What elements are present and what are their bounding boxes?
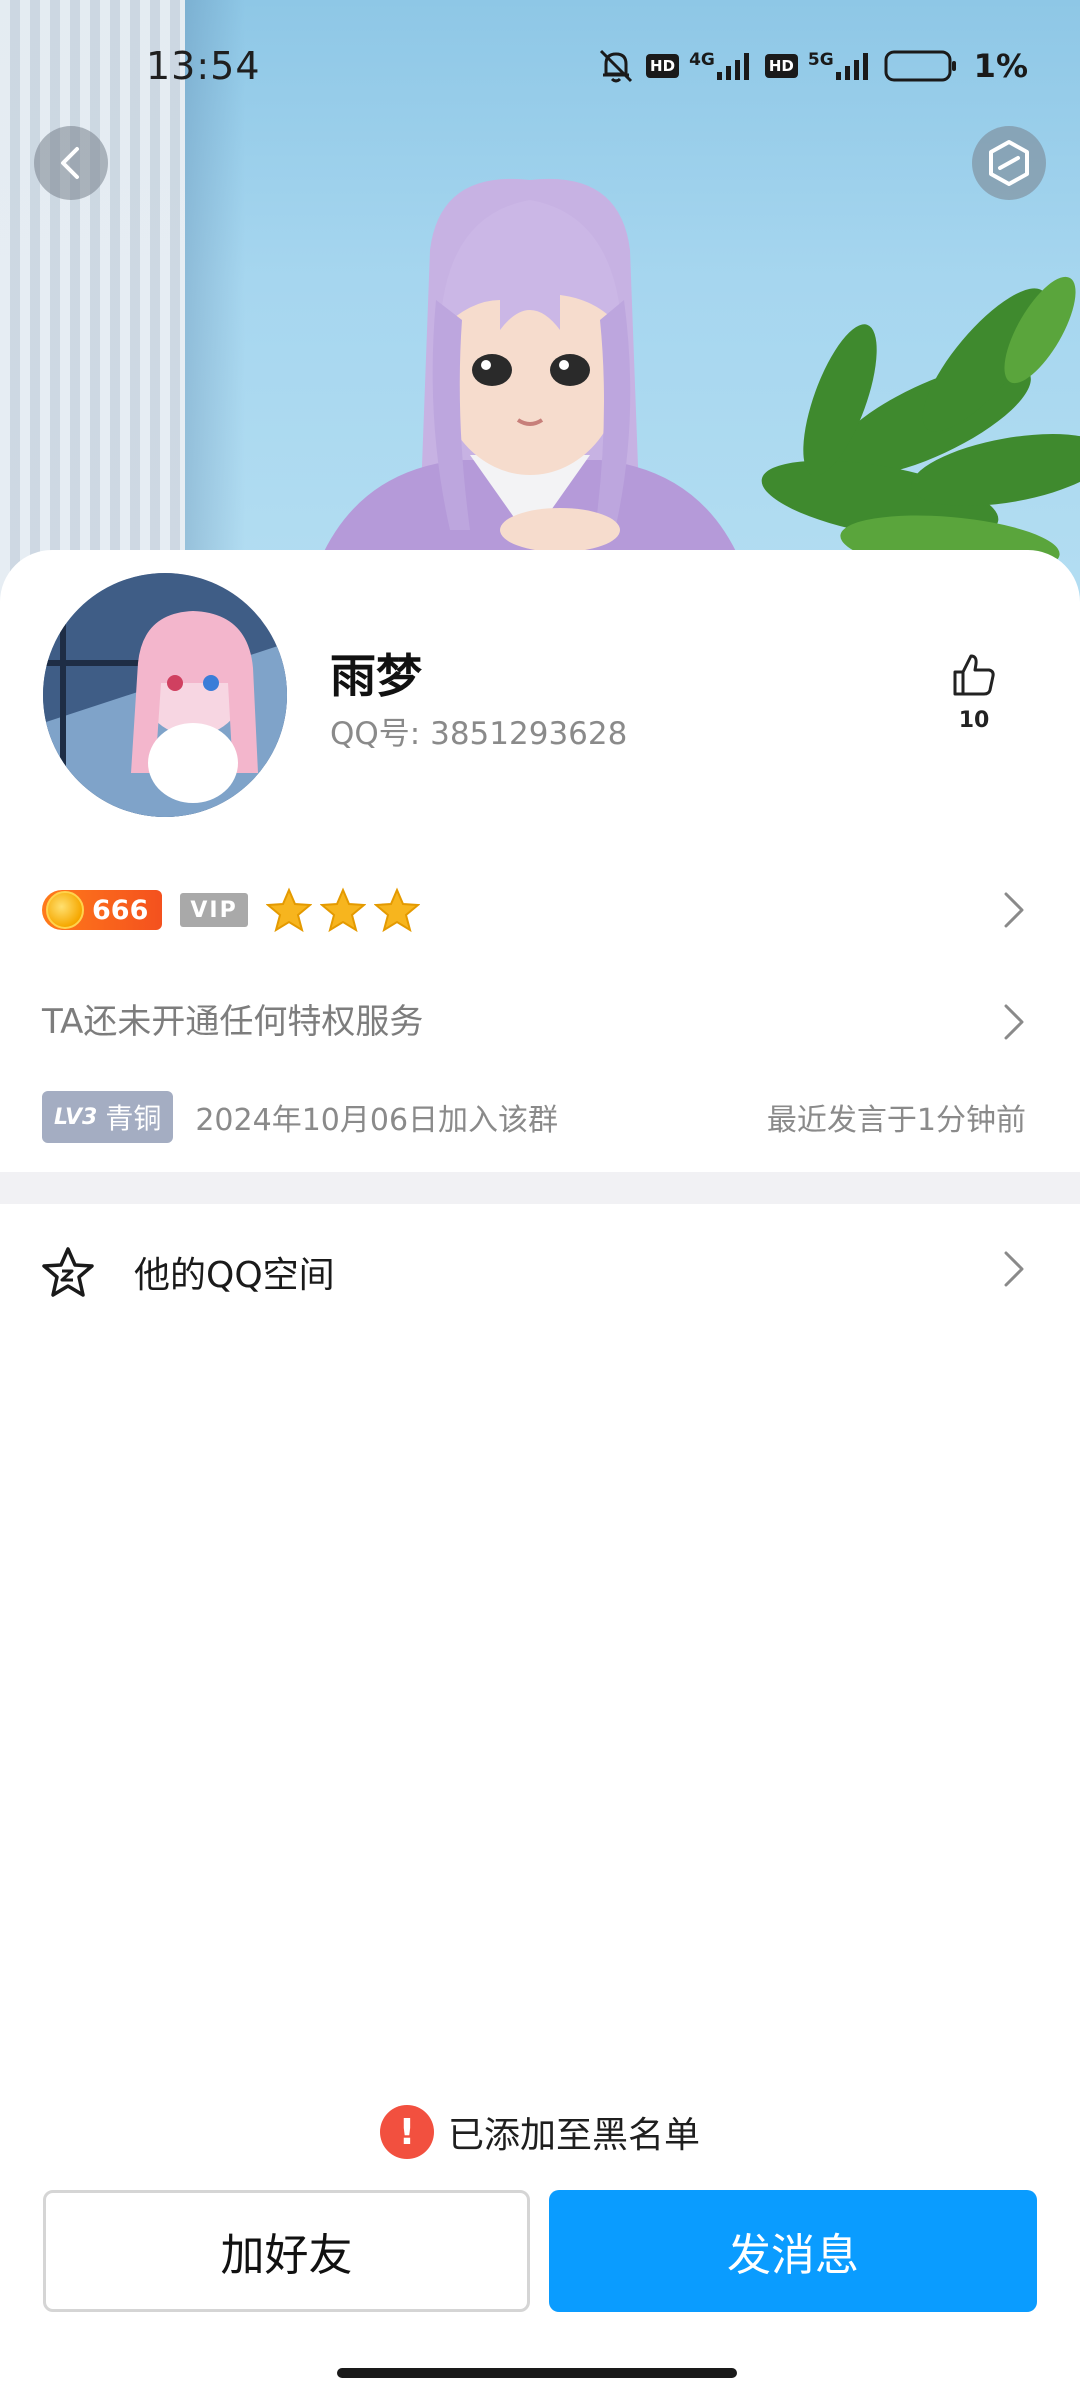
send-message-button[interactable]: 发消息: [549, 2190, 1037, 2312]
signal-4g-icon: 4G: [689, 50, 755, 82]
like-count: 10: [958, 708, 990, 733]
level-stars: [265, 887, 420, 933]
group-join-date: 2024年10月06日加入该群: [195, 1103, 559, 1138]
profile-screen: 13:54 HD 4G HD 5G 1% 雨梦 QQ号: 3851293628 …: [0, 0, 1080, 2400]
hexagon-share-icon: [989, 140, 1029, 186]
back-button[interactable]: [34, 126, 108, 200]
back-arrow-icon: [61, 147, 79, 179]
qzone-label: 他的QQ空间: [134, 1255, 335, 1296]
signal-5g-icon: 5G: [808, 50, 874, 82]
status-icons: HD 4G HD 5G 1%: [596, 44, 1028, 88]
star-icon: [373, 887, 420, 933]
qzone-star-icon: [42, 1247, 94, 1297]
home-indicator[interactable]: [337, 2368, 737, 2378]
section-divider: [0, 1172, 1080, 1204]
coin-icon: [46, 891, 84, 929]
profile-name: 雨梦: [330, 649, 422, 703]
warning-icon: !: [379, 2105, 434, 2159]
chevron-right-icon: [1004, 1251, 1024, 1287]
add-friend-button[interactable]: 加好友: [43, 2190, 530, 2312]
qq-number: QQ号: 3851293628: [330, 716, 628, 752]
coin-badge: 666: [42, 890, 163, 930]
thumbs-up-icon: [953, 654, 995, 696]
like-button[interactable]: 10: [944, 650, 1004, 733]
group-level-badge: LV3 青铜: [42, 1091, 174, 1143]
blacklist-notice-text: 已添加至黑名单: [447, 2115, 700, 2156]
hd-icon-2: HD: [764, 54, 798, 78]
chevron-right-icon: [1004, 892, 1024, 928]
hd-icon: HD: [646, 54, 680, 78]
group-level-number: LV3: [54, 1104, 98, 1130]
group-info-row: LV3 青铜 2024年10月06日加入该群 最近发言于1分钟前: [42, 1090, 1038, 1144]
avatar[interactable]: [43, 573, 287, 817]
battery-percent: 1%: [973, 47, 1028, 85]
star-icon: [319, 887, 366, 933]
status-bar: 13:54 HD 4G HD 5G 1%: [0, 0, 1080, 130]
qzone-row[interactable]: 他的QQ空间: [0, 1204, 1080, 1334]
battery-icon: [884, 49, 958, 83]
chevron-right-icon: [1004, 1004, 1024, 1040]
mute-bell-icon: [596, 46, 636, 86]
share-button[interactable]: [972, 126, 1046, 200]
group-level-name: 青铜: [105, 1102, 162, 1135]
last-speak-time: 最近发言于1分钟前: [766, 1103, 1026, 1138]
blacklist-notice: ! 已添加至黑名单: [0, 2102, 1080, 2162]
privilege-service-row[interactable]: TA还未开通任何特权服务: [42, 990, 1038, 1054]
status-time: 13:54: [146, 44, 261, 88]
privilege-service-text: TA还未开通任何特权服务: [42, 1002, 424, 1042]
coin-value: 666: [92, 894, 149, 926]
vip-badge: VIP: [180, 893, 248, 927]
badges-row[interactable]: 666 VIP: [42, 882, 1038, 938]
star-icon: [265, 887, 312, 933]
